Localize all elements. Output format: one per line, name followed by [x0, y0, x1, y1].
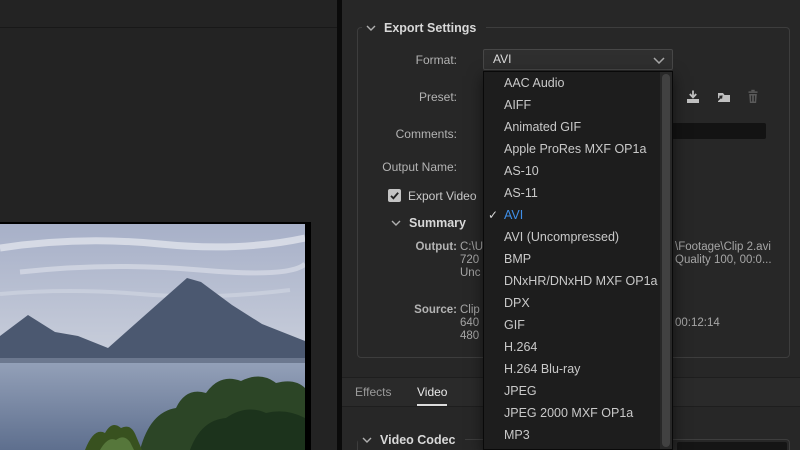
chevron-down-icon[interactable]: [391, 220, 401, 226]
comments-label: Comments:: [342, 127, 457, 141]
premiere-export-window: Export Settings Format: AVI Preset:: [0, 0, 800, 450]
format-option-dnxhr-dnxhd-mxf-op1a[interactable]: DNxHR/DNxHD MXF OP1a: [484, 270, 660, 292]
format-value: AVI: [493, 52, 511, 66]
video-preview-frame: [0, 222, 311, 450]
output-line: Quality 100, 00:0...: [675, 254, 772, 266]
summary-title: Summary: [409, 216, 466, 230]
scrollbar-thumb[interactable]: [662, 74, 670, 447]
delete-preset-button[interactable]: [743, 87, 763, 107]
format-option-gif[interactable]: GIF: [484, 314, 660, 336]
format-dropdown-list: AAC Audio AIFF Animated GIF Apple ProRes…: [483, 71, 673, 450]
panel-top-divider: [0, 0, 337, 28]
output-name-label: Output Name:: [342, 160, 457, 174]
format-option-jpeg-2000-mxf-op1a[interactable]: JPEG 2000 MXF OP1a: [484, 402, 660, 424]
dropdown-scrollbar[interactable]: [660, 72, 672, 449]
source-preview-panel: [0, 0, 337, 450]
tab-effects[interactable]: Effects: [355, 385, 391, 399]
download-tray-icon: [684, 88, 702, 106]
format-option-mp3[interactable]: MP3: [484, 424, 660, 446]
source-summary-label: Source:: [342, 304, 457, 316]
summary-header: Summary: [387, 214, 476, 231]
output-summary-label: Output:: [342, 241, 457, 253]
save-preset-button[interactable]: [683, 87, 703, 107]
check-icon: ✓: [488, 204, 502, 226]
export-settings-title: Export Settings: [384, 21, 476, 35]
check-icon: [389, 190, 400, 201]
format-option-h264[interactable]: H.264: [484, 336, 660, 358]
format-option-as-10[interactable]: AS-10: [484, 160, 660, 182]
format-option-bmp[interactable]: BMP: [484, 248, 660, 270]
export-settings-panel: Export Settings Format: AVI Preset:: [342, 0, 800, 450]
video-codec-header: Video Codec: [358, 431, 465, 448]
format-option-as-11[interactable]: AS-11: [484, 182, 660, 204]
chevron-down-icon: [653, 57, 665, 64]
export-settings-header: Export Settings: [362, 19, 486, 36]
folder-arrow-icon: [714, 88, 732, 106]
format-option-dpx[interactable]: DPX: [484, 292, 660, 314]
source-line: 480: [460, 330, 479, 342]
preview-image: [0, 224, 305, 450]
chevron-down-icon[interactable]: [366, 25, 376, 31]
output-line: C:\U: [460, 241, 483, 253]
format-option-aac-audio[interactable]: AAC Audio: [484, 72, 660, 94]
source-line: 640: [460, 317, 479, 329]
preset-actions: [683, 87, 763, 107]
format-option-animated-gif[interactable]: Animated GIF: [484, 116, 660, 138]
format-option-jpeg[interactable]: JPEG: [484, 380, 660, 402]
format-select[interactable]: AVI: [483, 49, 673, 70]
output-line: \Footage\Clip 2.avi: [675, 241, 771, 253]
format-option-h264-blu-ray[interactable]: H.264 Blu-ray: [484, 358, 660, 380]
source-line: 00:12:14: [675, 317, 720, 329]
format-option-aiff[interactable]: AIFF: [484, 94, 660, 116]
format-label: Format:: [342, 53, 457, 67]
preset-label: Preset:: [342, 90, 457, 104]
format-option-apple-prores-mxf-op1a[interactable]: Apple ProRes MXF OP1a: [484, 138, 660, 160]
source-line: Clip: [460, 304, 480, 316]
output-line: 720: [460, 254, 479, 266]
format-option-avi-uncompressed[interactable]: AVI (Uncompressed): [484, 226, 660, 248]
tab-video[interactable]: Video: [417, 385, 447, 399]
trash-icon: [744, 88, 762, 106]
output-line: Unc: [460, 267, 480, 279]
export-video-checkbox[interactable]: [388, 189, 401, 202]
import-preset-button[interactable]: [713, 87, 733, 107]
format-option-avi-selected[interactable]: ✓AVI: [484, 204, 660, 226]
video-codec-select-partial[interactable]: [677, 442, 787, 450]
chevron-down-icon[interactable]: [362, 437, 372, 443]
export-video-label: Export Video: [408, 189, 477, 203]
video-codec-title: Video Codec: [380, 433, 455, 447]
